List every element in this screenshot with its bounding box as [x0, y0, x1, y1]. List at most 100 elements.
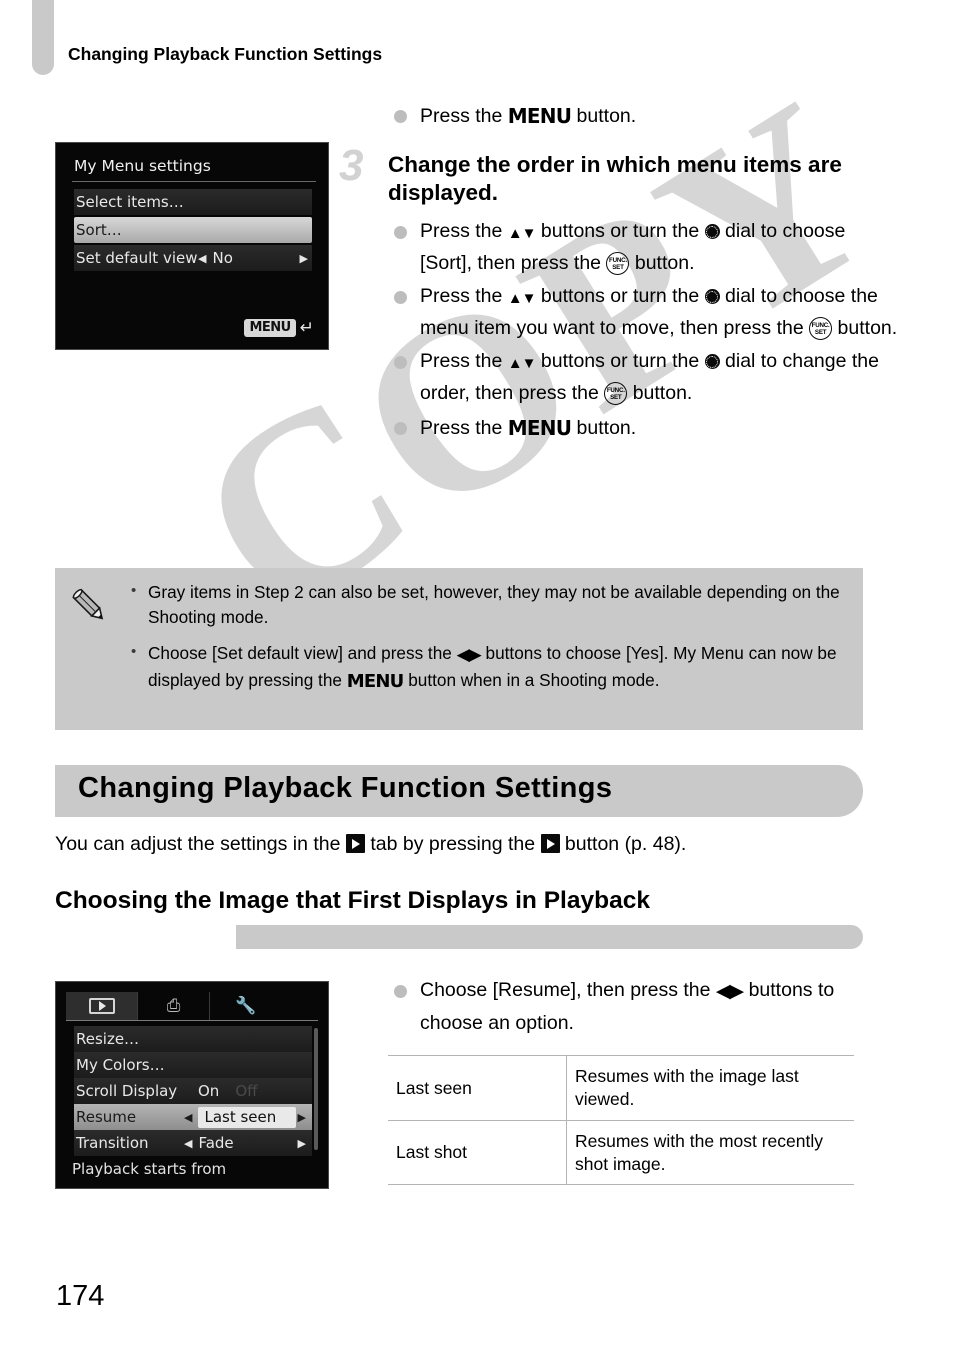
note-callout-box: Gray items in Step 2 can also be set, ho…: [55, 568, 863, 730]
lcd-row-my-colors[interactable]: My Colors…: [74, 1052, 312, 1078]
lcd-row-sort[interactable]: Sort…: [74, 217, 312, 243]
subsection-heading-bar: [236, 925, 863, 949]
playback-resume-instruction-block: Choose [Resume], then press the ◀▶ butto…: [388, 975, 866, 1186]
text-fragment: tab by pressing the: [364, 833, 541, 855]
lcd-row-transition[interactable]: Transition ◀ Fade ▶: [74, 1130, 312, 1156]
lcd-row-select-items[interactable]: Select items…: [74, 189, 312, 215]
note-text: Choose [Set default view] and press the: [148, 642, 457, 663]
text-fragment: Press the: [420, 350, 508, 373]
set-label: SET: [814, 328, 827, 336]
lcd-row-value: Fade: [198, 1134, 234, 1152]
lcd-footer-hint: Playback starts from: [72, 1160, 227, 1178]
lcd-row-label: Resize…: [76, 1030, 140, 1048]
lcd-row-scroll-display[interactable]: Scroll Display On Off: [74, 1078, 312, 1104]
left-arrow-icon[interactable]: ◀: [198, 253, 206, 264]
right-arrow-icon[interactable]: ▶: [300, 253, 308, 264]
menu-icon: MENU: [346, 670, 404, 692]
lcd-row-resume[interactable]: Resume ◀ Last seen ▶: [74, 1104, 312, 1130]
right-arrow-icon[interactable]: ▶: [298, 1112, 306, 1123]
step-number: 3: [339, 140, 364, 190]
step-3-bullet-1: Press the ▲▼ buttons or turn the dial to…: [388, 216, 898, 279]
page-number: 174: [56, 1280, 105, 1312]
set-label: SET: [612, 263, 624, 271]
lcd-tab-bar: ⎙ 🔧: [66, 990, 318, 1020]
func-set-icon: FUNC. SET: [604, 382, 628, 406]
set-label: SET: [610, 394, 622, 402]
running-header: Changing Playback Function Settings: [68, 44, 383, 64]
menu-icon: MENU: [507, 104, 572, 128]
lcd-tab-playback[interactable]: [66, 992, 138, 1020]
table-row: Last shot Resumes with the most recently…: [388, 1119, 854, 1186]
lcd-row-value: On: [198, 1082, 220, 1100]
lcd-row-label: Scroll Display: [76, 1082, 178, 1100]
func-set-icon: FUNC. SET: [809, 316, 833, 340]
left-arrow-icon[interactable]: ◀: [184, 1112, 192, 1123]
step-3-heading: 3 Change the order in which menu items a…: [339, 141, 898, 209]
text-fragment: button.: [571, 416, 637, 439]
lcd-tab-settings[interactable]: 🔧: [210, 992, 282, 1020]
text-fragment: Choose [Resume], then press the: [420, 979, 716, 1001]
note-list: Gray items in Step 2 can also be set, ho…: [129, 580, 845, 706]
menu-icon: MENU: [507, 415, 572, 440]
subsection-title: Choosing the Image that First Displays i…: [55, 887, 650, 914]
step-instructions: Press the MENU button. 3 Change the orde…: [339, 100, 898, 446]
lcd-row-value: Last seen: [198, 1106, 297, 1128]
lcd-row-label: Set default view: [76, 249, 198, 267]
step-title: Change the order in which menu items are…: [388, 151, 842, 206]
lcd-row-label: My Colors…: [76, 1056, 165, 1074]
up-down-buttons-icon: ▲▼: [507, 355, 537, 373]
option-description: Resumes with the most recently shot imag…: [566, 1119, 854, 1186]
text-fragment: You can adjust the settings in the: [55, 833, 346, 855]
lcd-row-label: Select items…: [76, 193, 184, 211]
left-right-buttons-icon: ◀▶: [715, 981, 744, 1002]
print-tab-icon: ⎙: [166, 995, 181, 1016]
lcd-tab-underline: [66, 1020, 318, 1021]
text-fragment: Press the: [420, 416, 508, 439]
step-3-bullet-4: Press the MENU button.: [388, 412, 898, 445]
text-fragment: Press the: [420, 220, 508, 243]
text-fragment: Press the: [420, 285, 508, 308]
text-before: Press the: [420, 105, 508, 127]
option-key: Last shot: [388, 1119, 567, 1186]
camera-screen-playback-menu: ⎙ 🔧 Resize… My Colors… Scroll Display On…: [55, 981, 329, 1189]
lcd-row-value: No: [212, 249, 233, 267]
control-dial-icon: [704, 354, 720, 370]
table-row: Last seen Resumes with the image last vi…: [388, 1055, 854, 1121]
control-dial-icon: [704, 289, 720, 305]
lcd-row-label: Transition: [76, 1134, 149, 1152]
settings-tab-icon: 🔧: [235, 995, 257, 1016]
pencil-icon: [72, 588, 104, 620]
lcd-title: My Menu settings: [74, 157, 211, 175]
text-fragment: buttons or turn the: [535, 350, 705, 373]
lcd-scrollbar[interactable]: [314, 1028, 318, 1150]
note-item-2: Choose [Set default view] and press the …: [129, 641, 845, 695]
lcd-row-set-default-view[interactable]: Set default view ◀ No ▶: [74, 245, 312, 271]
menu-icon: MENU: [244, 319, 296, 337]
resume-options-table: Last seen Resumes with the image last vi…: [388, 1055, 854, 1186]
return-arrow-icon: ↵: [299, 317, 314, 338]
note-text: button when in a Shooting mode.: [403, 669, 660, 690]
note-item-1: Gray items in Step 2 can also be set, ho…: [129, 580, 845, 630]
playback-tab-icon: [345, 834, 365, 853]
lcd-row-value-alt: Off: [235, 1082, 258, 1100]
text-fragment: button.: [629, 251, 695, 274]
up-down-buttons-icon: ▲▼: [507, 225, 537, 243]
step-3-bullet-2: Press the ▲▼ buttons or turn the dial to…: [388, 281, 898, 344]
left-right-buttons-icon: ◀▶: [456, 644, 482, 664]
lcd-row-resize[interactable]: Resize…: [74, 1026, 312, 1052]
lcd-tab-print[interactable]: ⎙: [138, 992, 210, 1020]
left-arrow-icon[interactable]: ◀: [184, 1138, 192, 1149]
right-arrow-icon[interactable]: ▶: [298, 1138, 306, 1149]
text-fragment: button.: [832, 316, 898, 339]
text-fragment: buttons or turn the: [535, 285, 705, 308]
lcd-menu-return-badge[interactable]: MENU ↵: [244, 319, 314, 337]
instruction-choose-resume: Choose [Resume], then press the ◀▶ butto…: [388, 975, 866, 1039]
lcd-row-label: Resume: [76, 1108, 137, 1126]
playback-tab-icon: [88, 998, 115, 1014]
lcd-divider: [72, 181, 316, 182]
option-description: Resumes with the image last viewed.: [566, 1055, 854, 1121]
up-down-buttons-icon: ▲▼: [507, 290, 537, 308]
func-set-icon: FUNC. SET: [606, 251, 630, 275]
section-lede: You can adjust the settings in the tab b…: [55, 833, 686, 856]
text-fragment: button.: [627, 382, 693, 405]
